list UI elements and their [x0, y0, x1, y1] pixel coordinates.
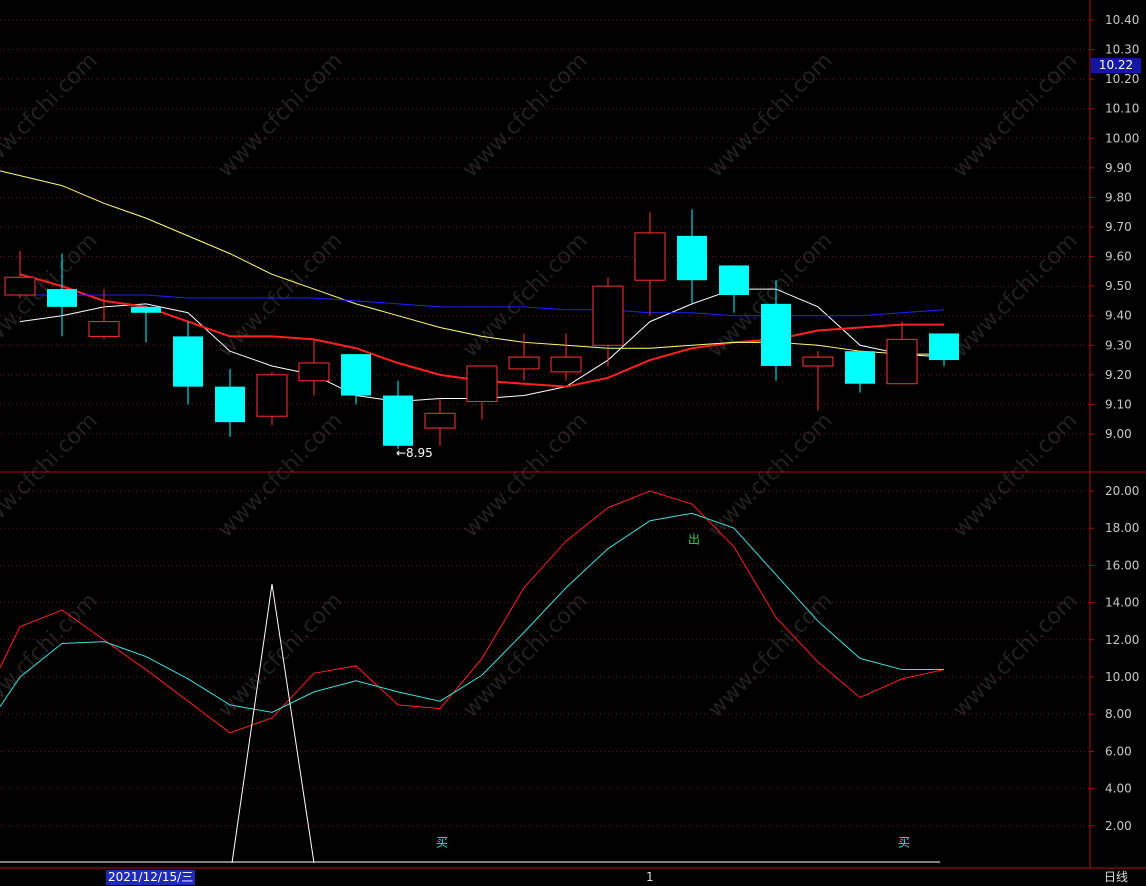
watermark-text: www.cfchi.com [458, 588, 592, 722]
watermark-text: www.cfchi.com [0, 48, 103, 182]
price-tick-label: 9.70 [1105, 220, 1132, 234]
low-price-marker: ←8.95 [396, 446, 433, 460]
indicator-tick-label: 8.00 [1105, 707, 1132, 721]
candlestick [929, 333, 959, 366]
indicator-tick-label: 14.00 [1105, 596, 1139, 610]
price-tick-label: 9.30 [1105, 338, 1132, 352]
candlestick [424, 398, 456, 446]
candle-body [550, 356, 582, 373]
candle-body [802, 356, 834, 367]
watermark-text: www.cfchi.com [703, 408, 837, 542]
candle-body [466, 365, 498, 402]
footer-marker: 1 [646, 870, 654, 884]
watermark-text: www.cfchi.com [458, 408, 592, 542]
candle-body [47, 289, 77, 307]
candle-body [886, 338, 918, 385]
candle-body [929, 333, 959, 361]
candle-body [215, 386, 245, 423]
watermark-text: www.cfchi.com [948, 588, 1082, 722]
candle-body [677, 235, 707, 281]
indicator-tick-label: 20.00 [1105, 484, 1139, 498]
candlestick [550, 333, 582, 381]
period-label[interactable]: 日线 [1104, 870, 1128, 885]
candlestick [845, 351, 875, 393]
watermark-text: www.cfchi.com [213, 48, 347, 182]
signal-label: 出 [688, 532, 700, 546]
candle-body [173, 336, 203, 387]
cursor-date-label: 2021/12/15/三 [106, 870, 196, 885]
candle-body [131, 306, 161, 313]
watermark-text: www.cfchi.com [948, 408, 1082, 542]
candle-body [341, 354, 371, 396]
right-axis: 10.40 10.30 10.20 10.10 10.00 9.90 9.80 9.70 9.6… [1090, 13, 1139, 833]
indicator-tick-label: 12.00 [1105, 633, 1139, 647]
candle-body [256, 374, 288, 417]
watermark-text: www.cfchi.com [213, 408, 347, 542]
signal-label: 买 [898, 836, 910, 850]
candle-body [88, 321, 120, 337]
candle-body [4, 276, 36, 296]
candlestick [298, 339, 330, 396]
candlestick [634, 212, 666, 316]
candlestick [256, 371, 288, 426]
candlestick [383, 380, 413, 449]
candle-body [508, 356, 540, 370]
candlestick [173, 321, 203, 405]
candlestick [886, 321, 918, 385]
signal-label: 买 [436, 836, 448, 850]
candlestick [592, 277, 624, 366]
candle-body [761, 303, 791, 366]
indicator-tick-label: 6.00 [1105, 744, 1132, 758]
candle-body [298, 362, 330, 382]
candlestick [677, 209, 707, 304]
watermark-text: www.cfchi.com [458, 48, 592, 182]
watermark-text: www.cfchi.com [0, 408, 103, 542]
price-tick-label: 9.20 [1105, 368, 1132, 382]
candle-body [845, 351, 875, 384]
indicator-tick-label: 4.00 [1105, 782, 1132, 796]
indicator-tick-label: 2.00 [1105, 819, 1132, 833]
watermark-text: www.cfchi.com [213, 588, 347, 722]
price-tick-label: 10.00 [1105, 131, 1139, 145]
indicator-tick-label: 18.00 [1105, 521, 1139, 535]
indicator-tick-label: 16.00 [1105, 558, 1139, 572]
price-tick-label: 9.60 [1105, 250, 1132, 264]
low-price-label: ←8.95 [396, 446, 433, 460]
candlestick [466, 365, 498, 420]
grid-lines [0, 19, 1090, 827]
stock-chart: www.cfchi.com www.cfchi.com www.cfchi.com w… [0, 0, 1146, 869]
candle-body [719, 265, 749, 296]
watermark-text: www.cfchi.com [948, 48, 1082, 182]
price-tick-label: 10.10 [1105, 102, 1139, 116]
watermark-text: www.cfchi.com [948, 228, 1082, 362]
price-tick-label: 9.00 [1105, 427, 1132, 441]
candlestick [215, 368, 245, 437]
price-tick-label: 9.50 [1105, 279, 1132, 293]
price-tick-label: 9.80 [1105, 190, 1132, 204]
candle-body [424, 412, 456, 429]
price-tick-label: 9.10 [1105, 397, 1132, 411]
candle-body [383, 395, 413, 446]
price-tick-label: 9.90 [1105, 161, 1132, 175]
price-tick-label: 9.40 [1105, 309, 1132, 323]
watermark-text: www.cfchi.com [703, 48, 837, 182]
price-tick-label: 10.40 [1105, 13, 1139, 27]
candlestick [802, 351, 834, 411]
candle-body [592, 285, 624, 346]
candle-body [634, 232, 666, 281]
price-tick-label: 10.30 [1105, 43, 1139, 57]
price-tick-label: 10.20 [1105, 72, 1139, 86]
candlestick [131, 306, 161, 343]
current-price-badge: 10.22 [1091, 58, 1141, 73]
watermark-text: www.cfchi.com [0, 588, 103, 722]
candlestick [4, 250, 36, 298]
indicator-tick-label: 10.00 [1105, 670, 1139, 684]
